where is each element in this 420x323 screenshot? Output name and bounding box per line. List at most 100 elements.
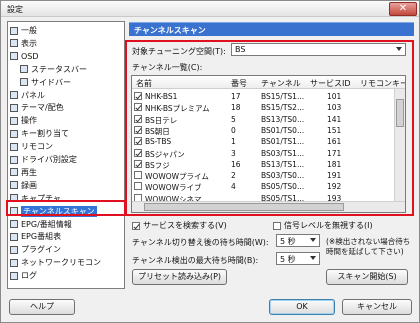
table-row[interactable]: NHK-BSプレミアム 18 BS15/TS2... 103 [132, 102, 395, 113]
record-icon [10, 181, 18, 190]
tree-item-label: キー割り当て [21, 129, 69, 139]
tree-item[interactable]: キー割り当て [10, 128, 122, 139]
table-row[interactable]: WOWOWプライム 2 BS03/TS0... 191 [132, 170, 395, 181]
tree-item[interactable]: ドライバ別設定 [10, 154, 122, 165]
service-id: 141 [327, 114, 342, 124]
wait-time-value: 5 秒 [280, 237, 296, 246]
tree-item-label: ログ [21, 271, 37, 281]
settings-window: 設定 ✕ 一般表示 OSD ステータスバーサイドバーパネルテーマ/配色操作キー割り当… [0, 0, 420, 323]
horizontal-scrollbar[interactable] [132, 201, 405, 212]
column-name[interactable]: 名前 [136, 78, 152, 89]
checkbox-box[interactable] [273, 221, 281, 230]
channel-number: 1 [231, 137, 236, 147]
column-channel[interactable]: チャンネル [261, 78, 301, 89]
search-service-checkbox[interactable]: サービスを検索する(V) [132, 220, 227, 231]
row-checkbox[interactable] [134, 182, 142, 191]
table-row[interactable]: WOWOWライブ 4 BS05/TS0... 192 [132, 181, 395, 192]
scroll-thumb-horizontal[interactable] [144, 203, 344, 211]
tree-item[interactable]: ステータスバー [20, 64, 122, 75]
search-service-label: サービスを検索する(V) [143, 221, 227, 230]
network-remote-icon [10, 258, 18, 267]
settings-tree: 一般表示 OSD ステータスバーサイドバーパネルテーマ/配色操作キー割り当てリモコン… [7, 21, 125, 289]
service-id: 191 [327, 171, 342, 181]
help-button[interactable]: ヘルプ [9, 299, 75, 315]
column-number[interactable]: 番号 [231, 78, 247, 89]
column-service-id[interactable]: サービスID [310, 78, 351, 89]
section-title: チャンネルスキャン [134, 26, 206, 35]
channel-number: 4 [231, 182, 236, 192]
table-row[interactable]: NHK-BS1 17 BS15/TS1... 101 [132, 91, 395, 102]
tree-item-label: テーマ/配色 [21, 103, 64, 113]
tree-item[interactable]: OSD [10, 51, 122, 62]
service-id: 171 [327, 148, 342, 158]
channel-number: 17 [231, 92, 241, 101]
table-row[interactable]: BSジャパン 3 BS03/TS1... 171 [132, 148, 395, 159]
channel-number: 2 [231, 171, 236, 181]
wait-time-select[interactable]: 5 秒 [276, 234, 320, 247]
row-checkbox[interactable] [134, 137, 142, 146]
statusbar-icon [20, 65, 28, 74]
channel-number: 5 [231, 114, 236, 124]
tree-item[interactable]: ログ [10, 270, 122, 281]
table-row[interactable]: BS朝日 0 BS01/TS0... 151 [132, 125, 395, 136]
tree-item[interactable]: 操作 [10, 115, 122, 126]
tree-item[interactable]: EPG/番組情報 [10, 219, 122, 230]
tree-item-label: 再生 [21, 167, 37, 177]
scan-start-button[interactable]: スキャン開始(S) [326, 269, 408, 285]
row-checkbox[interactable] [134, 171, 142, 180]
operation-icon [10, 116, 18, 125]
chevron-down-icon [396, 47, 402, 51]
max-wait-value: 5 秒 [280, 255, 296, 264]
cancel-button[interactable]: キャンセル [342, 299, 412, 315]
scroll-thumb[interactable] [396, 99, 404, 127]
tree-item[interactable]: ネットワークリモコン [10, 257, 122, 268]
tree-item[interactable]: 一般 [10, 25, 122, 36]
tree-item[interactable]: リモコン [10, 141, 122, 152]
channel-id: BS03/TS1... [261, 148, 305, 158]
vertical-scrollbar[interactable] [394, 89, 405, 203]
row-checkbox[interactable] [134, 159, 142, 168]
tree-item-label: ネットワークリモコン [21, 258, 101, 268]
tree-item[interactable]: 表示 [10, 38, 122, 49]
tree-item[interactable]: パネル [10, 90, 122, 101]
title-bar: 設定 ✕ [1, 1, 419, 17]
channel-id: BS01/TS0... [261, 125, 305, 135]
selected-item-highlight [6, 200, 126, 216]
column-remote-key[interactable]: リモコンキー [360, 78, 405, 89]
table-row[interactable]: BS日テレ 5 BS13/TS0... 141 [132, 114, 395, 125]
service-id: 103 [327, 103, 342, 113]
tree-item-label: ドライバ別設定 [21, 155, 77, 164]
checkbox-box[interactable] [132, 221, 140, 230]
tree-item[interactable]: 録画 [10, 180, 122, 191]
row-checkbox[interactable] [134, 103, 142, 112]
channel-list[interactable]: 名前 番号 チャンネル サービスID リモコンキー NHK-BS1 17 BS15/… [131, 75, 406, 213]
ignore-signal-checkbox[interactable]: 信号レベルを無視する(I) [273, 220, 373, 231]
play-icon [10, 168, 18, 177]
tree-item[interactable]: テーマ/配色 [10, 102, 122, 113]
service-id: 161 [327, 137, 342, 147]
tree-item-label: ステータスバー [31, 64, 87, 74]
preset-load-button[interactable]: プリセット読み込み(P) [132, 269, 227, 285]
row-checkbox[interactable] [134, 125, 142, 134]
row-checkbox[interactable] [134, 114, 142, 123]
tree-item[interactable]: 再生 [10, 167, 122, 178]
table-row[interactable]: BS-TBS 1 BS01/TS1... 161 [132, 136, 395, 147]
tuning-space-select[interactable]: BS [231, 43, 406, 56]
tuning-space-label: 対象チューニング空間(T): [132, 47, 226, 56]
tree-item[interactable]: EPG番組表 [10, 231, 122, 242]
channel-id: BS13/TS0... [261, 114, 305, 124]
tree-item[interactable]: プラグイン [10, 244, 122, 255]
max-wait-select[interactable]: 5 秒 [276, 252, 320, 265]
row-checkbox[interactable] [134, 148, 142, 157]
channel-number: 3 [231, 148, 236, 158]
close-button[interactable]: ✕ [389, 2, 417, 16]
table-row[interactable]: BSフジ 16 BS13/TS1... 181 [132, 159, 395, 170]
chevron-down-icon [310, 238, 316, 242]
ok-button[interactable]: OK [269, 299, 335, 315]
tree-item[interactable]: サイドバー [20, 77, 122, 88]
display-icon [10, 39, 18, 48]
sidebar-icon [20, 78, 28, 87]
row-checkbox[interactable] [134, 92, 142, 100]
tree-item-label: 表示 [21, 38, 37, 48]
log-icon [10, 271, 18, 280]
